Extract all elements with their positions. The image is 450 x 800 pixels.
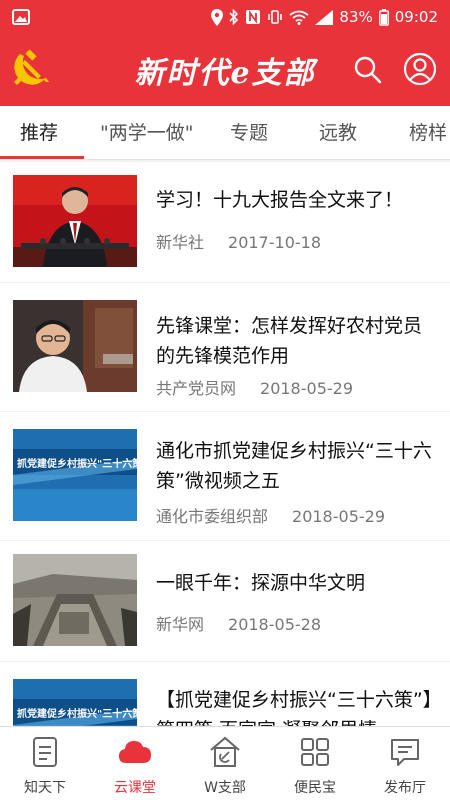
news-title: 先锋课堂：怎样发挥好农村党员的先锋模范作用: [156, 315, 423, 367]
news-date: 2018-05-29: [292, 507, 385, 526]
news-item[interactable]: 学习！十九大报告全文来了！ 新华社 2017-10-18: [0, 162, 450, 282]
news-item[interactable]: 先锋课堂：怎样发挥好农村党员的先锋模范作用 共产党员网 2018-05-29: [0, 283, 450, 411]
news-source: 新华网: [156, 615, 205, 634]
vibrate-icon: [267, 9, 283, 25]
party-house-icon: [208, 735, 242, 769]
tab-recommended[interactable]: 推荐: [20, 106, 58, 160]
svg-text:抓党建促乡村振兴"三十六策": 抓党建促乡村振兴"三十六策": [17, 707, 137, 720]
message-icon: [388, 735, 422, 769]
bluetooth-icon: [229, 9, 239, 25]
nav-item-convenience[interactable]: 便民宝: [270, 727, 360, 800]
tab-role-models[interactable]: 榜样: [409, 106, 447, 160]
cloud-icon: [118, 735, 152, 769]
location-icon: [211, 8, 224, 26]
news-thumbnail: [13, 175, 137, 267]
wifi-icon: [289, 10, 309, 25]
nav-label: W支部: [204, 780, 246, 796]
signal-icon: [315, 9, 334, 25]
clock: 09:02: [394, 8, 438, 26]
news-source: 通化市委组织部: [156, 507, 269, 526]
search-icon[interactable]: [352, 54, 384, 86]
grid-icon: [298, 735, 332, 769]
nav-label: 知天下: [24, 780, 66, 796]
news-source: 新华社: [156, 233, 205, 252]
news-title: 一眼千年：探源中华文明: [156, 572, 366, 594]
news-thumbnail: [13, 300, 137, 392]
tab-two-studies[interactable]: "两学一做": [100, 106, 193, 160]
news-meta: 新华网 2018-05-28: [156, 611, 321, 635]
nav-item-news[interactable]: 知天下: [0, 727, 90, 800]
active-tab-indicator: [0, 156, 84, 159]
news-item[interactable]: 一眼千年：探源中华文明 新华网 2018-05-28: [0, 541, 450, 661]
nav-label: 便民宝: [294, 780, 336, 796]
status-bar: 83% 09:02: [0, 0, 450, 34]
nav-label: 云课堂: [114, 780, 156, 796]
news-meta: 新华社 2017-10-18: [156, 229, 321, 253]
bottom-navigation: 知天下 云课堂 W支部 便民宝 发布厅: [0, 726, 450, 800]
nav-item-w-branch[interactable]: W支部: [180, 727, 270, 800]
news-thumbnail: [13, 554, 137, 646]
user-profile-icon[interactable]: [403, 52, 437, 86]
news-date: 2017-10-18: [228, 233, 321, 252]
category-tabs: 推荐 "两学一做" 专题 远教 榜样: [0, 106, 450, 160]
news-date: 2018-05-29: [260, 379, 353, 398]
nav-item-cloud-class[interactable]: 云课堂: [90, 727, 180, 800]
tab-remote-education[interactable]: 远教: [319, 106, 357, 160]
news-thumbnail: 抓党建促乡村振兴"三十六策": [13, 429, 137, 521]
news-source: 共产党员网: [156, 379, 237, 398]
battery-icon: [378, 8, 389, 26]
battery-percent: 83%: [339, 8, 373, 26]
news-title: 通化市抓党建促乡村振兴“三十六策”微视频之五: [156, 440, 432, 492]
nav-item-publish[interactable]: 发布厅: [360, 727, 450, 800]
news-date: 2018-05-28: [228, 615, 321, 634]
news-title: 学习！十九大报告全文来了！: [156, 189, 404, 211]
document-icon: [28, 735, 62, 769]
nfc-icon: [245, 9, 261, 25]
nav-label: 发布厅: [384, 780, 426, 796]
news-item[interactable]: 抓党建促乡村振兴"三十六策" 通化市抓党建促乡村振兴“三十六策”微视频之五 通化…: [0, 412, 450, 540]
app-header: 新时代e支部: [0, 34, 450, 106]
svg-text:抓党建促乡村振兴"三十六策": 抓党建促乡村振兴"三十六策": [17, 457, 137, 470]
news-meta: 共产党员网 2018-05-29: [156, 375, 353, 399]
news-meta: 通化市委组织部 2018-05-29: [156, 503, 385, 527]
gallery-notification-icon: [12, 9, 30, 25]
tab-topics[interactable]: 专题: [230, 106, 268, 160]
